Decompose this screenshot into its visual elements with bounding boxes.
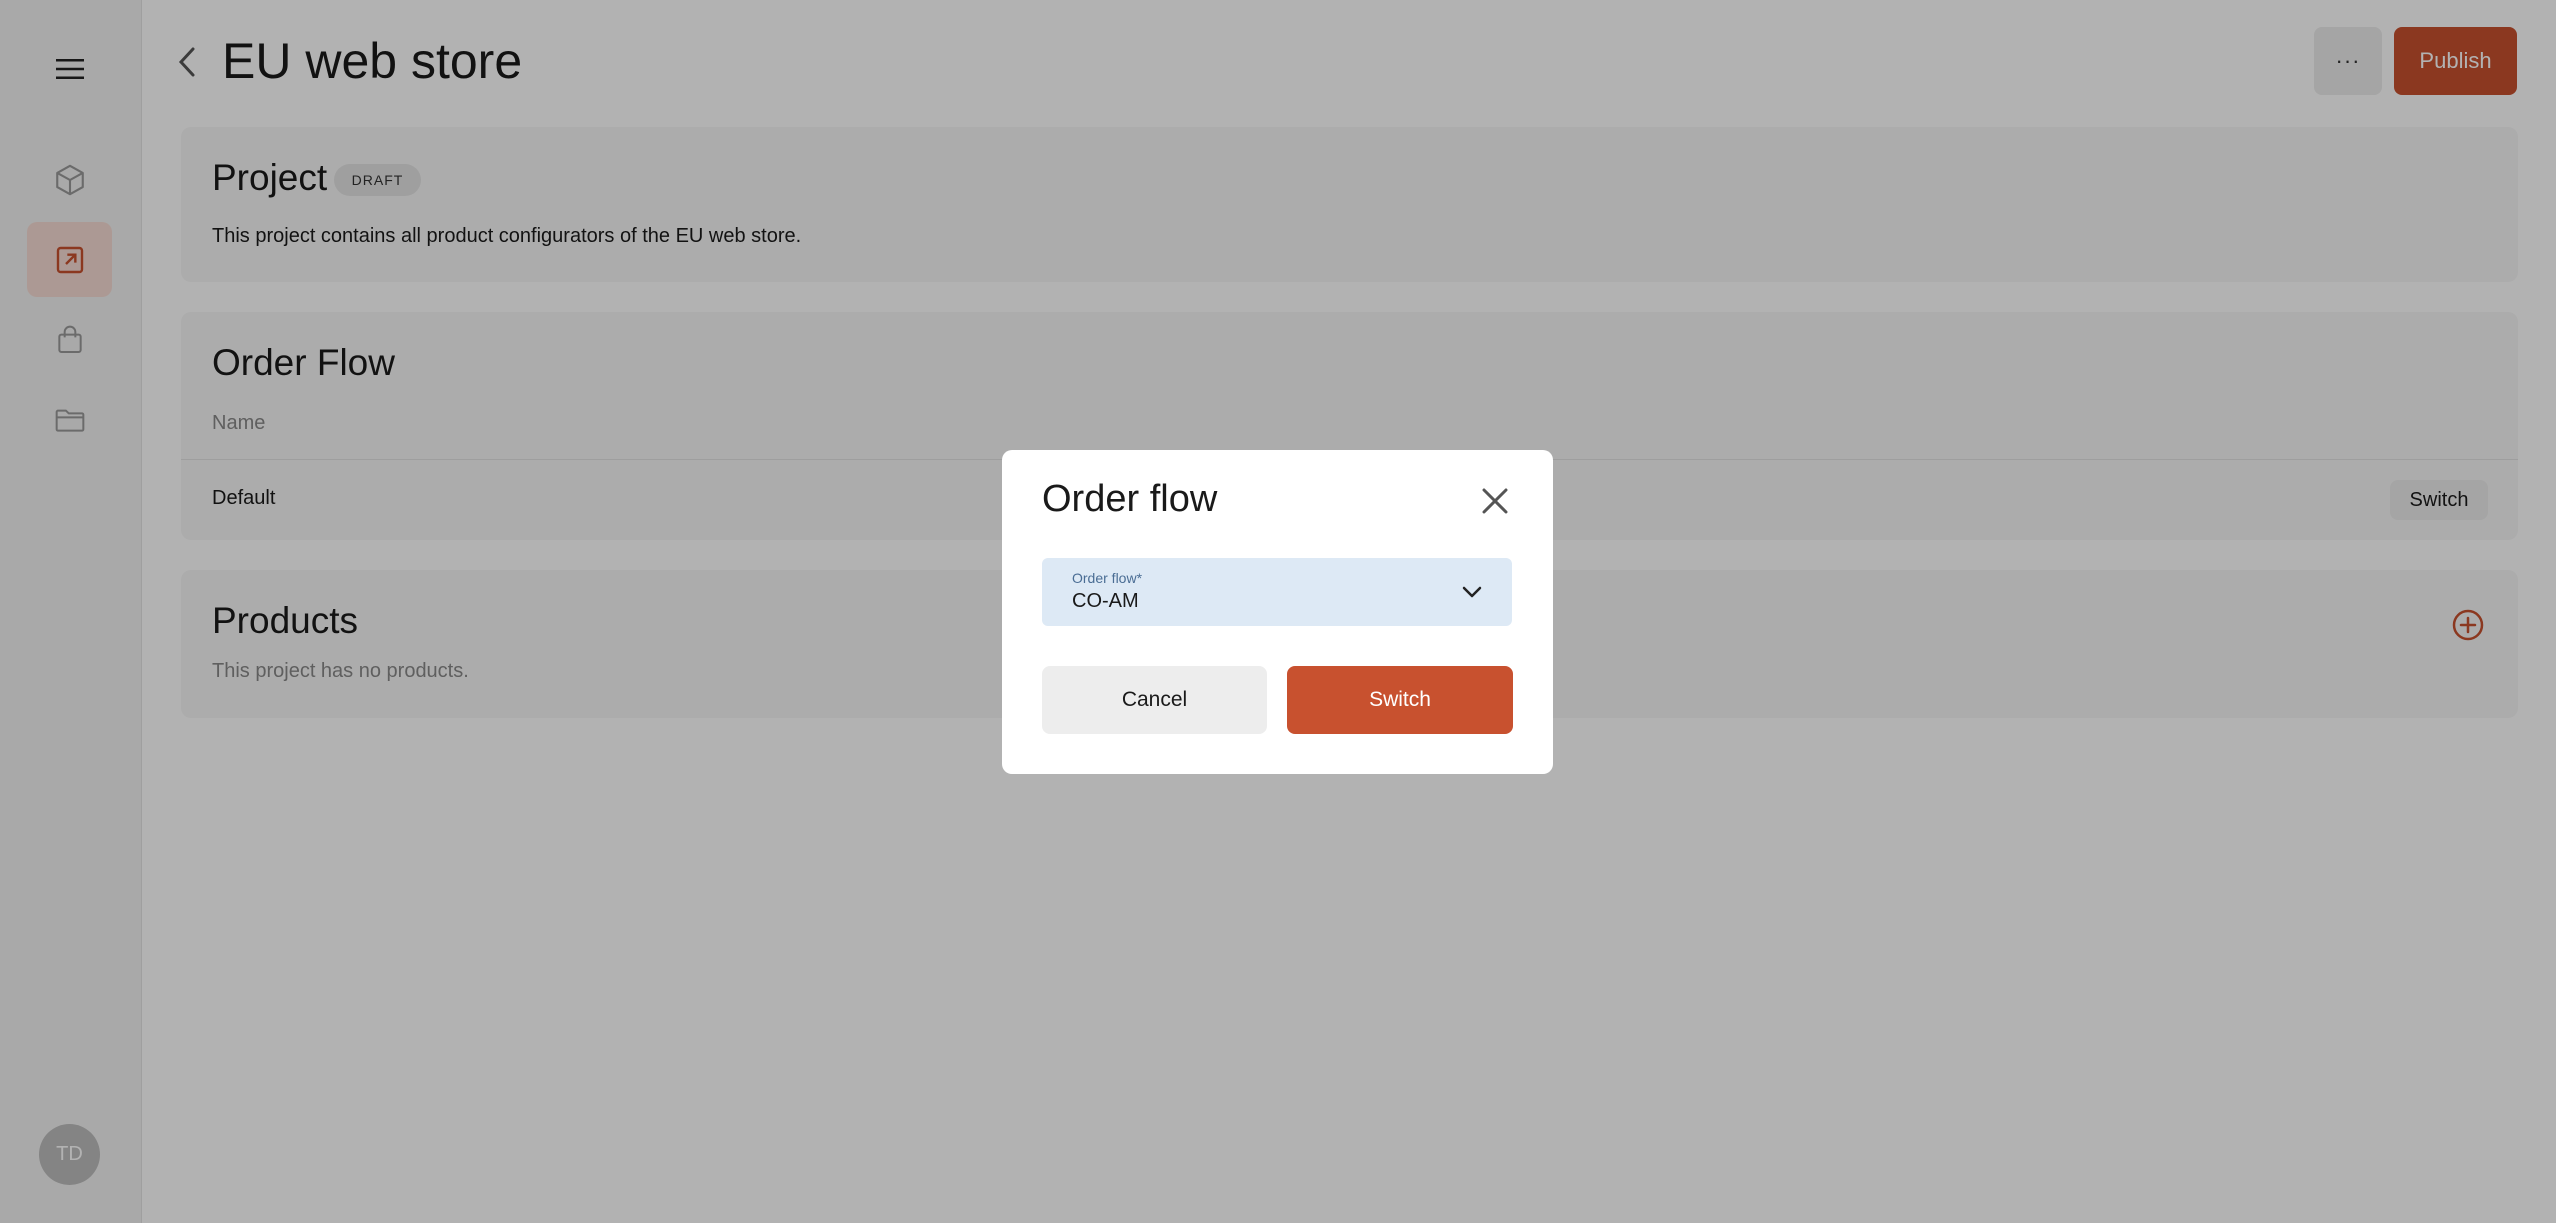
dialog-title: Order flow: [1042, 478, 1218, 520]
cancel-button[interactable]: Cancel: [1042, 666, 1267, 734]
order-flow-dialog: Order flow Order flow* CO-AM Cancel Swit…: [1002, 450, 1553, 774]
select-label: Order flow*: [1072, 570, 1143, 586]
close-icon[interactable]: [1480, 486, 1510, 516]
switch-button[interactable]: Switch: [1287, 666, 1513, 734]
order-flow-select[interactable]: Order flow* CO-AM: [1042, 558, 1512, 626]
chevron-down-icon: [1462, 586, 1482, 598]
select-value: CO-AM: [1072, 590, 1139, 612]
